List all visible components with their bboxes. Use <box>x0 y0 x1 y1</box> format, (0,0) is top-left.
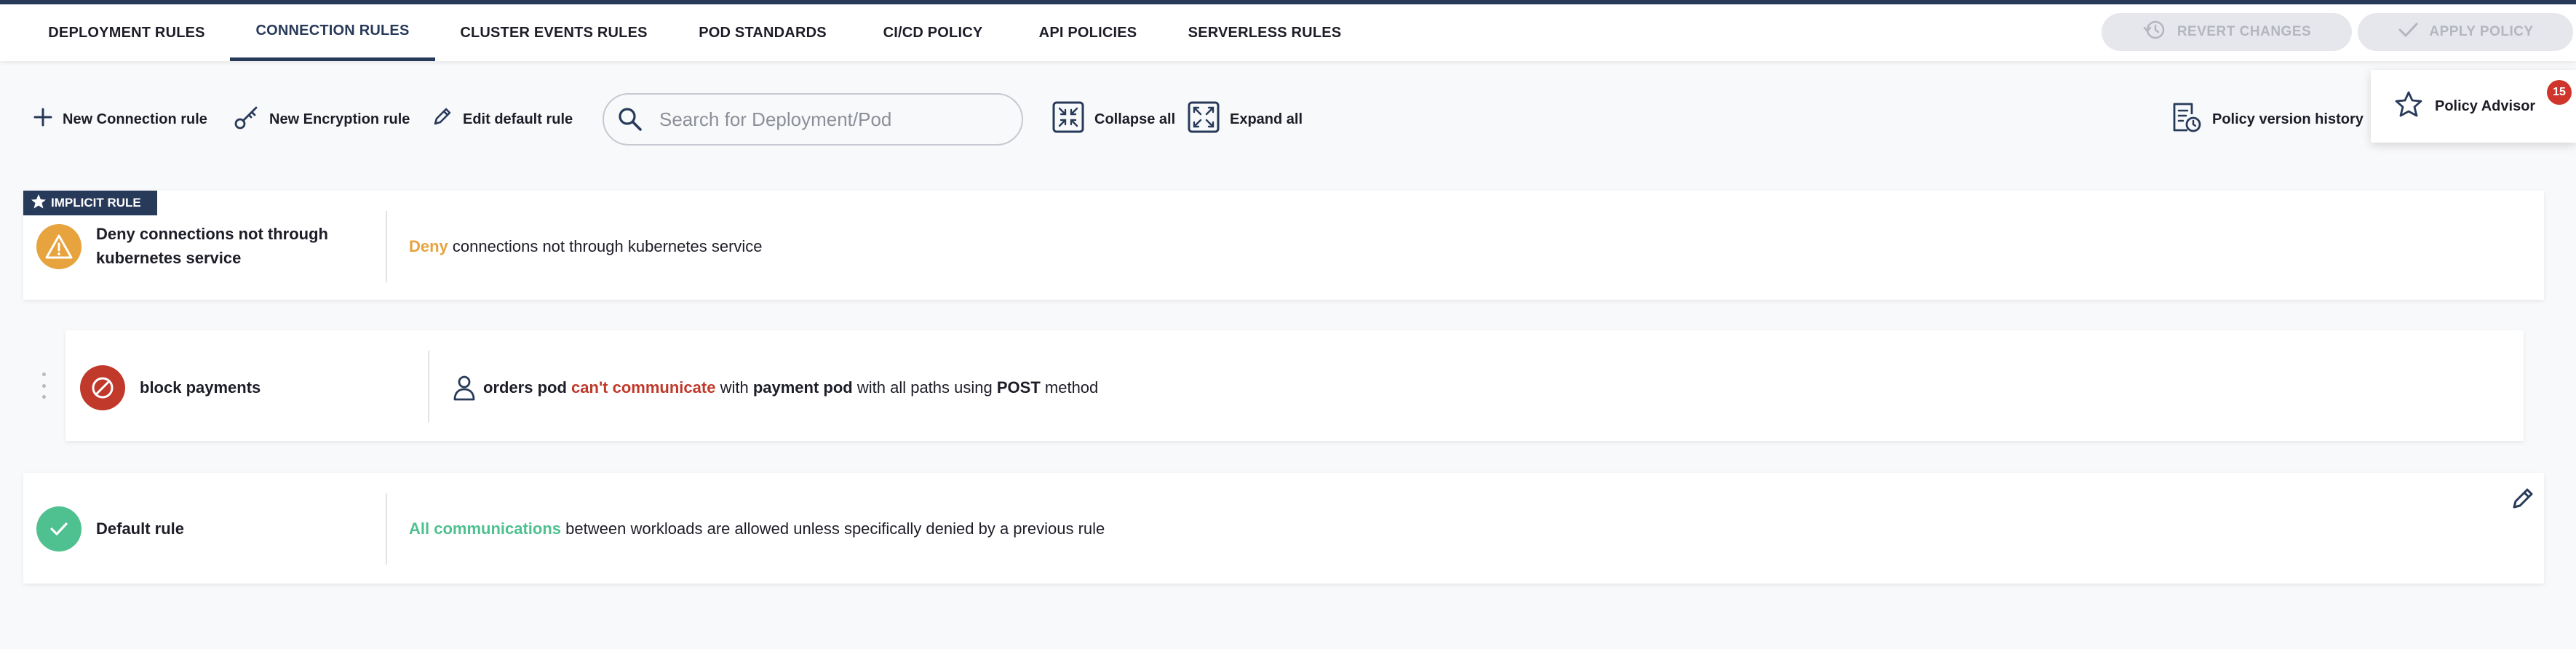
block-payments-rule-description: orders pod can't communicate with paymen… <box>453 374 1098 402</box>
tab-api-policies[interactable]: API POLICIES <box>1029 4 1147 61</box>
block-payments-rule-card[interactable] <box>65 330 2524 441</box>
rule-divider <box>386 493 387 565</box>
implicit-rule-name: Deny connections not through kubernetes … <box>96 222 328 270</box>
default-rule-card[interactable] <box>23 473 2544 584</box>
implicit-rule-tag-label: IMPLICIT RULE <box>51 196 141 210</box>
policy-version-history-button[interactable]: Policy version history <box>2171 99 2364 140</box>
apply-policy-button[interactable]: APPLY POLICY <box>2358 13 2573 51</box>
plus-icon <box>33 108 52 131</box>
search-box[interactable] <box>603 93 1023 146</box>
default-rule-name: Default rule <box>96 519 185 538</box>
workload-icon <box>453 375 476 401</box>
pencil-icon <box>431 106 453 132</box>
http-method: POST <box>996 378 1041 397</box>
default-rule-text: between workloads are allowed unless spe… <box>565 519 1105 538</box>
deny-action: Deny <box>409 237 448 255</box>
policy-advisor-button[interactable]: Policy Advisor <box>2371 70 2576 143</box>
collapse-all-button[interactable]: Collapse all <box>1052 99 1175 140</box>
warning-icon <box>36 224 82 269</box>
tab-cicd-policy[interactable]: CI/CD POLICY <box>869 4 997 61</box>
expand-all-button[interactable]: Expand all <box>1188 99 1303 140</box>
edit-default-rule-label: Edit default rule <box>463 111 573 127</box>
tab-serverless-rules[interactable]: SERVERLESS RULES <box>1180 4 1349 61</box>
block-payments-rule-name: block payments <box>140 378 261 397</box>
star-icon <box>2394 90 2423 122</box>
tab-cluster-events-rules[interactable]: CLUSTER EVENTS RULES <box>448 4 659 61</box>
apply-policy-label: APPLY POLICY <box>2429 24 2534 39</box>
allow-action: All communications <box>409 519 562 538</box>
implicit-rule-tag: IMPLICIT RULE <box>23 191 157 215</box>
tab-pod-standards[interactable]: POD STANDARDS <box>683 4 843 61</box>
policy-tabs-bar: DEPLOYMENT RULES CONNECTION RULES CLUSTE… <box>0 4 2576 61</box>
expand-all-label: Expand all <box>1230 111 1303 127</box>
history-undo-icon <box>2142 19 2167 45</box>
rule-divider <box>428 351 429 422</box>
tab-connection-rules[interactable]: CONNECTION RULES <box>230 4 435 61</box>
edit-default-rule-icon[interactable] <box>2511 486 2535 514</box>
search-input[interactable] <box>659 108 979 131</box>
target-workload: payment pod <box>752 378 853 397</box>
with-text: with <box>720 378 749 397</box>
implicit-rule-name-line2: kubernetes service <box>96 249 242 267</box>
advisor-count-badge: 15 <box>2547 80 2572 105</box>
checkmark-icon <box>2397 21 2419 43</box>
new-connection-rule-label: New Connection rule <box>63 111 207 127</box>
implicit-rule-card[interactable] <box>23 191 2544 300</box>
tab-deployment-rules[interactable]: DEPLOYMENT RULES <box>33 4 220 61</box>
implicit-rule-description: Deny connections not through kubernetes … <box>409 236 763 258</box>
collapse-icon <box>1052 101 1084 138</box>
new-encryption-rule-button[interactable]: New Encryption rule <box>234 99 410 140</box>
rule-divider <box>386 211 387 282</box>
document-history-icon <box>2171 101 2202 138</box>
new-connection-rule-button[interactable]: New Connection rule <box>33 99 207 140</box>
check-icon <box>36 506 82 552</box>
block-action: can't communicate <box>571 378 716 397</box>
paths-text: with all paths using <box>856 378 993 397</box>
default-rule-description: All communications between workloads are… <box>409 518 1105 540</box>
revert-changes-button[interactable]: REVERT CHANGES <box>2102 13 2352 51</box>
search-icon <box>617 106 643 132</box>
new-encryption-rule-label: New Encryption rule <box>269 111 410 127</box>
implicit-rule-text: connections not through kubernetes servi… <box>452 237 763 255</box>
key-icon <box>234 105 259 134</box>
block-icon <box>80 365 125 410</box>
collapse-all-label: Collapse all <box>1094 111 1176 127</box>
revert-changes-label: REVERT CHANGES <box>2177 24 2312 39</box>
star-icon <box>31 194 47 213</box>
edit-default-rule-button[interactable]: Edit default rule <box>431 99 573 140</box>
drag-handle[interactable] <box>41 373 47 399</box>
policy-advisor-label: Policy Advisor <box>2435 97 2536 114</box>
expand-icon <box>1188 101 1220 138</box>
source-workload: orders pod <box>483 378 567 397</box>
method-suffix-text: method <box>1044 378 1099 397</box>
implicit-rule-name-line1: Deny connections not through <box>96 225 328 243</box>
policy-version-history-label: Policy version history <box>2212 111 2364 127</box>
